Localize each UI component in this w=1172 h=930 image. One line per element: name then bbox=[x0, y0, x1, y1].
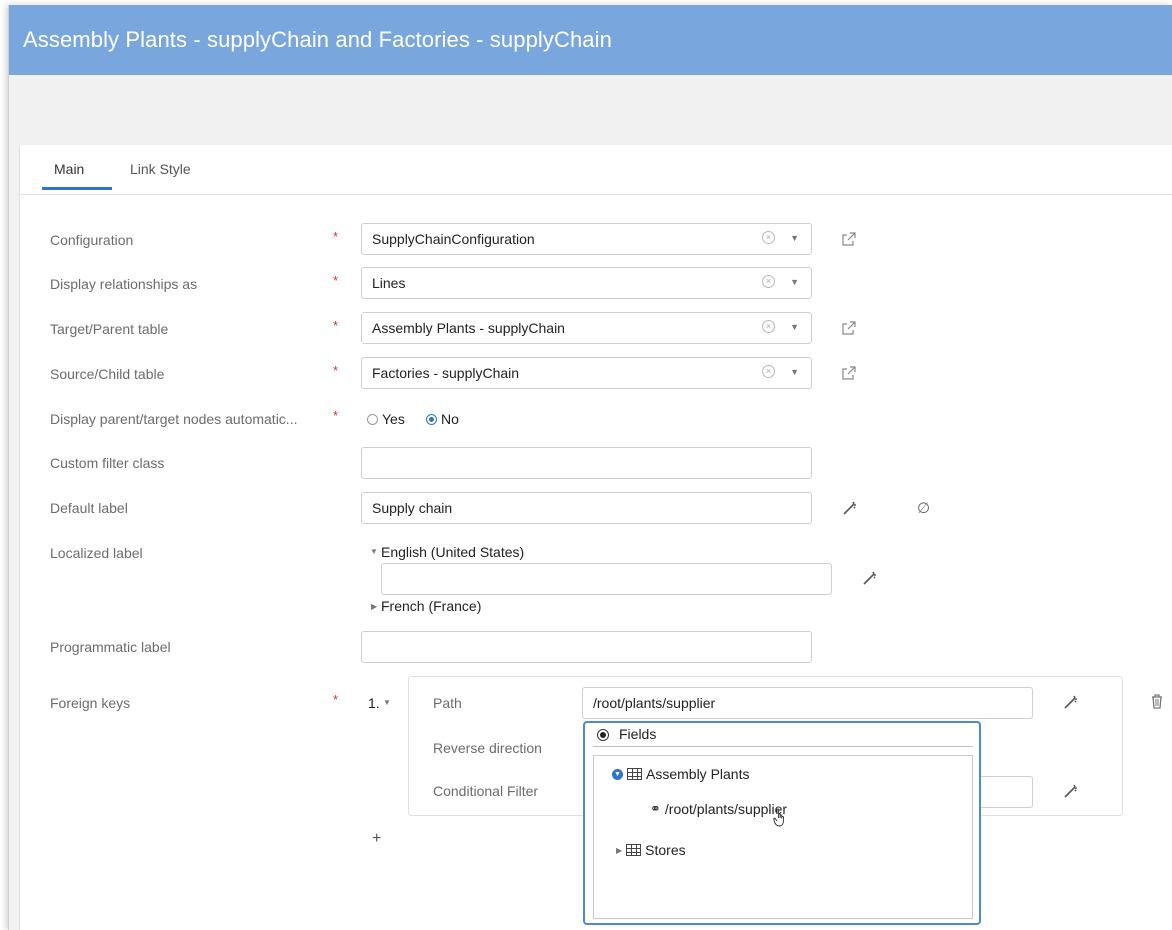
radio-yes[interactable]: Yes bbox=[367, 411, 405, 427]
title-bar: Assembly Plants - supplyChain and Factor… bbox=[9, 5, 1172, 75]
dropdown-caret-icon[interactable]: ▼ bbox=[790, 322, 799, 332]
clear-icon[interactable]: × bbox=[762, 365, 775, 378]
target-table-label: Target/Parent table bbox=[50, 321, 169, 337]
path-value: /root/plants/supplier bbox=[593, 695, 716, 711]
radio-no[interactable]: No bbox=[426, 411, 459, 427]
collapse-icon[interactable]: ▼ bbox=[612, 768, 623, 780]
tree-node-supplier[interactable]: ⚭ /root/plants/supplier bbox=[650, 801, 787, 817]
custom-filter-label: Custom filter class bbox=[50, 455, 165, 471]
tree-node-label: /root/plants/supplier bbox=[664, 801, 788, 817]
display-relationships-value: Lines bbox=[372, 275, 406, 291]
required-marker: * bbox=[333, 273, 339, 288]
tree-node-label: Assembly Plants bbox=[646, 766, 750, 782]
clear-icon[interactable]: × bbox=[762, 320, 775, 333]
dropdown-caret-icon[interactable]: ▼ bbox=[790, 233, 799, 243]
dialog-window: Assembly Plants - supplyChain and Factor… bbox=[8, 5, 1172, 930]
table-icon bbox=[626, 844, 642, 856]
conditional-filter-label: Conditional Filter bbox=[433, 783, 539, 799]
active-tab-indicator bbox=[42, 187, 112, 190]
path-label: Path bbox=[433, 695, 462, 711]
tree-node-stores[interactable]: ▶ Stores bbox=[616, 842, 686, 858]
default-label-value: Supply chain bbox=[372, 500, 453, 516]
localized-label-label: Localized label bbox=[50, 545, 143, 561]
fields-radio[interactable] bbox=[597, 729, 609, 741]
collapsed-caret-icon[interactable]: ▶ bbox=[371, 602, 377, 611]
tree-node-label: Stores bbox=[645, 842, 686, 858]
table-icon bbox=[627, 768, 642, 780]
custom-filter-input[interactable] bbox=[361, 447, 812, 479]
foreign-keys-label: Foreign keys bbox=[50, 695, 131, 711]
clear-icon[interactable]: × bbox=[762, 231, 775, 244]
source-table-select[interactable]: Factories - supplyChain × ▼ bbox=[361, 357, 812, 389]
required-marker: * bbox=[333, 408, 339, 423]
display-relationships-label: Display relationships as bbox=[50, 276, 198, 292]
programmatic-label-label: Programmatic label bbox=[50, 639, 171, 655]
link-icon: ⚭ bbox=[650, 801, 661, 816]
foreign-key-index: 1. bbox=[368, 695, 380, 711]
magic-wand-icon[interactable] bbox=[842, 500, 858, 519]
english-locale-label: English (United States) bbox=[381, 544, 525, 560]
tree-node-assembly-plants[interactable]: ▼ Assembly Plants bbox=[612, 766, 749, 782]
dropdown-caret-icon[interactable]: ▼ bbox=[790, 367, 799, 377]
magic-wand-icon[interactable] bbox=[1063, 783, 1079, 802]
form-panel: Main Link Style Configuration * SupplyCh… bbox=[19, 145, 1172, 930]
external-link-icon[interactable] bbox=[842, 232, 856, 246]
display-parent-label: Display parent/target nodes automatic... bbox=[50, 411, 298, 427]
required-marker: * bbox=[333, 692, 339, 707]
source-table-label: Source/Child table bbox=[50, 366, 165, 382]
popup-header: Fields bbox=[593, 723, 973, 747]
configuration-select[interactable]: SupplyChainConfiguration × ▼ bbox=[361, 223, 812, 255]
tab-link-style[interactable]: Link Style bbox=[130, 161, 191, 177]
radio-no-label: No bbox=[441, 411, 459, 427]
configuration-value: SupplyChainConfiguration bbox=[372, 231, 535, 247]
tab-main[interactable]: Main bbox=[54, 161, 84, 177]
magic-wand-icon[interactable] bbox=[862, 570, 878, 589]
external-link-icon[interactable] bbox=[842, 321, 856, 335]
radio-no-circle[interactable] bbox=[426, 413, 437, 425]
trash-icon[interactable] bbox=[1150, 693, 1164, 712]
null-icon[interactable]: ∅ bbox=[917, 499, 930, 517]
configuration-label: Configuration bbox=[50, 232, 134, 248]
target-table-select[interactable]: Assembly Plants - supplyChain × ▼ bbox=[361, 312, 812, 344]
path-input[interactable]: /root/plants/supplier bbox=[582, 687, 1033, 719]
magic-wand-icon[interactable] bbox=[1063, 694, 1079, 713]
required-marker: * bbox=[333, 229, 339, 244]
default-label-label: Default label bbox=[50, 500, 128, 516]
reverse-direction-label: Reverse direction bbox=[433, 740, 542, 756]
expand-caret-icon[interactable]: ▼ bbox=[370, 547, 378, 556]
source-table-value: Factories - supplyChain bbox=[372, 365, 520, 381]
add-foreign-key-button[interactable]: + bbox=[372, 830, 381, 848]
clear-icon[interactable]: × bbox=[762, 275, 775, 288]
french-locale-label: French (France) bbox=[381, 598, 482, 614]
target-table-value: Assembly Plants - supplyChain bbox=[372, 320, 565, 336]
field-tree: ▼ Assembly Plants ⚭ /root/plants/supplie… bbox=[593, 755, 973, 919]
dropdown-caret-icon[interactable]: ▼ bbox=[790, 277, 799, 287]
radio-yes-label: Yes bbox=[382, 411, 405, 427]
programmatic-label-input[interactable] bbox=[361, 631, 812, 663]
external-link-icon[interactable] bbox=[842, 366, 856, 380]
required-marker: * bbox=[333, 318, 339, 333]
fields-header-label: Fields bbox=[619, 726, 657, 742]
expand-caret-icon[interactable]: ▶ bbox=[616, 846, 622, 855]
radio-yes-circle[interactable] bbox=[367, 413, 378, 425]
default-label-input[interactable]: Supply chain bbox=[361, 492, 812, 524]
english-label-input[interactable] bbox=[381, 563, 832, 595]
expand-caret-icon[interactable]: ▼ bbox=[383, 698, 391, 707]
mouse-pointer-icon bbox=[773, 808, 784, 827]
window-title: Assembly Plants - supplyChain and Factor… bbox=[23, 27, 612, 52]
required-marker: * bbox=[333, 363, 339, 378]
tab-bar: Main Link Style bbox=[20, 145, 1172, 195]
display-relationships-select[interactable]: Lines × ▼ bbox=[361, 267, 812, 299]
